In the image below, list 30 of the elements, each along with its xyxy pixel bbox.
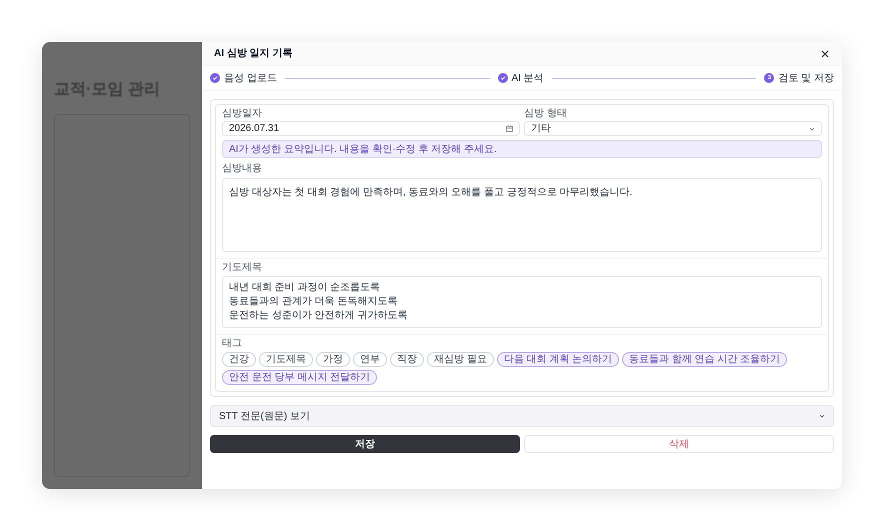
- field-label: 태그: [222, 339, 243, 349]
- tag-chip[interactable]: 가정: [316, 352, 350, 367]
- tag-chip[interactable]: 기도제목: [259, 352, 313, 367]
- tag-chip[interactable]: 안전 운전 당부 메시지 전달하기: [222, 370, 378, 385]
- tag-chip[interactable]: 동료들과 함께 연습 시간 조율하기: [622, 352, 788, 367]
- dialog-title: AI 심방 일지 기록: [214, 47, 292, 61]
- field-label: 심방 형태: [524, 109, 568, 119]
- step-label: 검토 및 저장: [778, 72, 834, 86]
- tag-chip[interactable]: 건강: [222, 352, 256, 367]
- field-label: 심방일자: [222, 109, 263, 119]
- calendar-icon: [506, 125, 513, 132]
- ai-summary-notice: AI가 생성한 요약입니다. 내용을 확인·수정 후 저장해 주세요.: [222, 140, 822, 158]
- type-select[interactable]: 기타: [524, 121, 822, 136]
- field-label: 기도제목: [222, 263, 263, 273]
- tag-chip[interactable]: 연부: [353, 352, 387, 367]
- tag-chip[interactable]: 직장: [390, 352, 424, 367]
- chevron-down-icon: [819, 413, 825, 419]
- stt-transcript-toggle[interactable]: STT 전문(원문) 보기: [210, 405, 834, 427]
- delete-button[interactable]: 삭제: [524, 435, 834, 453]
- tag-chip[interactable]: 다음 대회 계획 논의하기: [496, 352, 620, 367]
- step-label: 음성 업로드: [224, 72, 277, 86]
- date-field[interactable]: 2026.07.31: [222, 121, 520, 136]
- tag-chip[interactable]: 재심방 필요: [427, 352, 494, 367]
- step-label: AI 분석: [512, 72, 544, 86]
- save-button[interactable]: 저장: [210, 435, 520, 453]
- close-icon[interactable]: [820, 48, 830, 58]
- field-label: 심방내용: [222, 164, 263, 174]
- content-textarea[interactable]: 심방 대상자는 첫 대회 경험에 만족하며, 동료와의 오해를 풀고 긍정적으로 마무리했습니다.: [222, 178, 822, 252]
- prayer-textarea[interactable]: 내년 대회 준비 과정이 순조롭도록 동료들과의 관계가 더욱 돈독해지도록 운전하는 성준이가 안전하게 귀가하도록: [222, 276, 822, 328]
- chevron-down-icon: [809, 126, 815, 132]
